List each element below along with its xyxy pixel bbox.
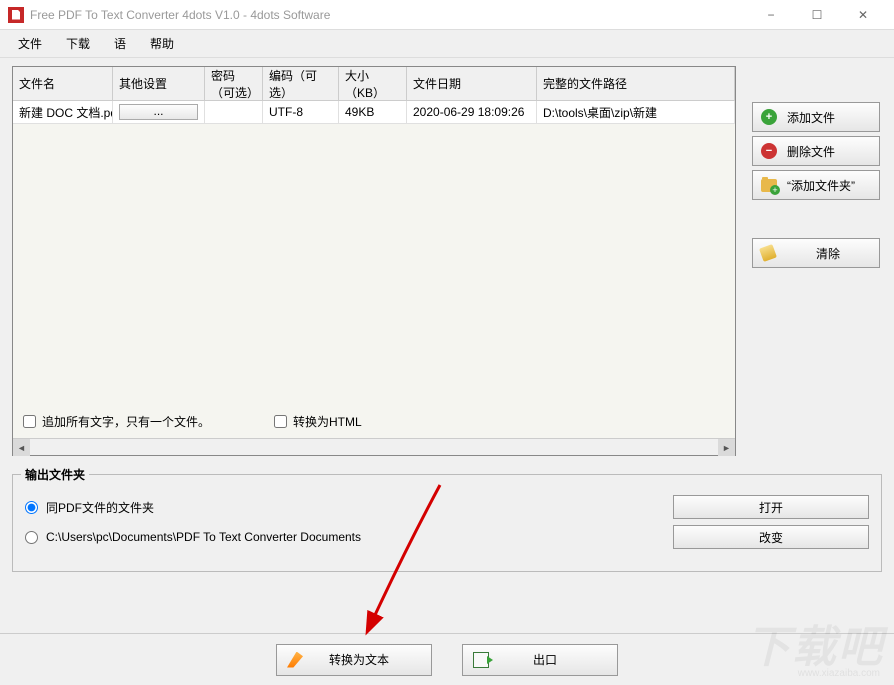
minimize-button[interactable]: − <box>748 0 794 30</box>
cell-size: 49KB <box>339 101 407 123</box>
append-checkbox-wrap[interactable]: 追加所有文字，只有一个文件。 <box>23 413 210 430</box>
radio-custom-label: C:\Users\pc\Documents\PDF To Text Conver… <box>46 530 361 544</box>
radio-custom-folder[interactable] <box>25 531 38 544</box>
cell-path: D:\tools\桌面\zip\新建 <box>537 101 735 123</box>
cell-encoding[interactable]: UTF-8 <box>263 101 339 123</box>
eraser-icon <box>759 244 777 262</box>
convert-label: 转换为文本 <box>329 651 389 668</box>
app-icon <box>8 7 24 23</box>
col-password[interactable]: 密码（可选） <box>205 67 263 101</box>
delete-file-label: 删除文件 <box>787 143 835 160</box>
col-other[interactable]: 其他设置 <box>113 67 205 101</box>
convert-icon <box>287 652 303 668</box>
file-table: 文件名 其他设置 密码（可选） 编码（可选） 大小（KB） 文件日期 完整的文件… <box>12 66 736 456</box>
add-folder-button[interactable]: “添加文件夹” <box>752 170 880 200</box>
table-body-empty <box>13 124 735 405</box>
radio-same-folder[interactable] <box>25 501 38 514</box>
titlebar: Free PDF To Text Converter 4dots V1.0 - … <box>0 0 894 30</box>
tohtml-checkbox[interactable] <box>274 415 287 428</box>
close-button[interactable]: ✕ <box>840 0 886 30</box>
folder-plus-icon <box>761 179 777 192</box>
other-settings-button[interactable]: ... <box>119 104 198 120</box>
add-file-label: 添加文件 <box>787 109 835 126</box>
add-file-button[interactable]: + 添加文件 <box>752 102 880 132</box>
scroll-left-icon[interactable]: ◄ <box>13 439 30 456</box>
radio-custom-folder-wrap[interactable]: C:\Users\pc\Documents\PDF To Text Conver… <box>25 530 361 544</box>
radio-same-folder-wrap[interactable]: 同PDF文件的文件夹 <box>25 499 154 516</box>
convert-button[interactable]: 转换为文本 <box>276 644 432 676</box>
delete-file-button[interactable]: − 删除文件 <box>752 136 880 166</box>
col-path[interactable]: 完整的文件路径 <box>537 67 735 101</box>
bottom-bar: 转换为文本 出口 <box>0 633 894 685</box>
options-row: 追加所有文字，只有一个文件。 转换为HTML <box>13 405 735 438</box>
append-label: 追加所有文字，只有一个文件。 <box>42 413 210 430</box>
add-folder-label: “添加文件夹” <box>787 177 855 194</box>
tohtml-label: 转换为HTML <box>293 413 362 430</box>
col-encoding[interactable]: 编码（可选） <box>263 67 339 101</box>
horizontal-scrollbar[interactable]: ◄ ► <box>13 438 735 455</box>
table-header-row: 文件名 其他设置 密码（可选） 编码（可选） 大小（KB） 文件日期 完整的文件… <box>13 67 735 101</box>
sidebar: + 添加文件 − 删除文件 “添加文件夹” 清除 <box>752 66 882 456</box>
clear-label: 清除 <box>785 245 871 262</box>
output-folder-group: 输出文件夹 同PDF文件的文件夹 打开 C:\Users\pc\Document… <box>12 474 882 572</box>
menu-help[interactable]: 帮助 <box>140 31 184 56</box>
col-size[interactable]: 大小（KB） <box>339 67 407 101</box>
change-button[interactable]: 改变 <box>673 525 869 549</box>
plus-icon: + <box>761 109 777 125</box>
maximize-button[interactable]: ☐ <box>794 0 840 30</box>
output-group-title: 输出文件夹 <box>21 466 89 483</box>
cell-password[interactable] <box>205 101 263 123</box>
radio-same-label: 同PDF文件的文件夹 <box>46 499 154 516</box>
menu-file[interactable]: 文件 <box>8 31 52 56</box>
col-date[interactable]: 文件日期 <box>407 67 537 101</box>
menu-language[interactable]: 语 <box>104 31 136 56</box>
scroll-right-icon[interactable]: ► <box>718 439 735 456</box>
col-filename[interactable]: 文件名 <box>13 67 113 101</box>
window-title: Free PDF To Text Converter 4dots V1.0 - … <box>30 8 748 22</box>
open-button[interactable]: 打开 <box>673 495 869 519</box>
exit-icon <box>473 652 489 668</box>
exit-button[interactable]: 出口 <box>462 644 618 676</box>
menubar: 文件 下载 语 帮助 <box>0 30 894 58</box>
cell-other: ... <box>113 101 205 123</box>
clear-button[interactable]: 清除 <box>752 238 880 268</box>
minus-icon: − <box>761 143 777 159</box>
tohtml-checkbox-wrap[interactable]: 转换为HTML <box>274 413 362 430</box>
cell-filename: 新建 DOC 文档.pdf <box>13 101 113 123</box>
cell-date: 2020-06-29 18:09:26 <box>407 101 537 123</box>
exit-label: 出口 <box>533 651 557 668</box>
table-row[interactable]: 新建 DOC 文档.pdf ... UTF-8 49KB 2020-06-29 … <box>13 101 735 124</box>
append-checkbox[interactable] <box>23 415 36 428</box>
menu-download[interactable]: 下载 <box>56 31 100 56</box>
